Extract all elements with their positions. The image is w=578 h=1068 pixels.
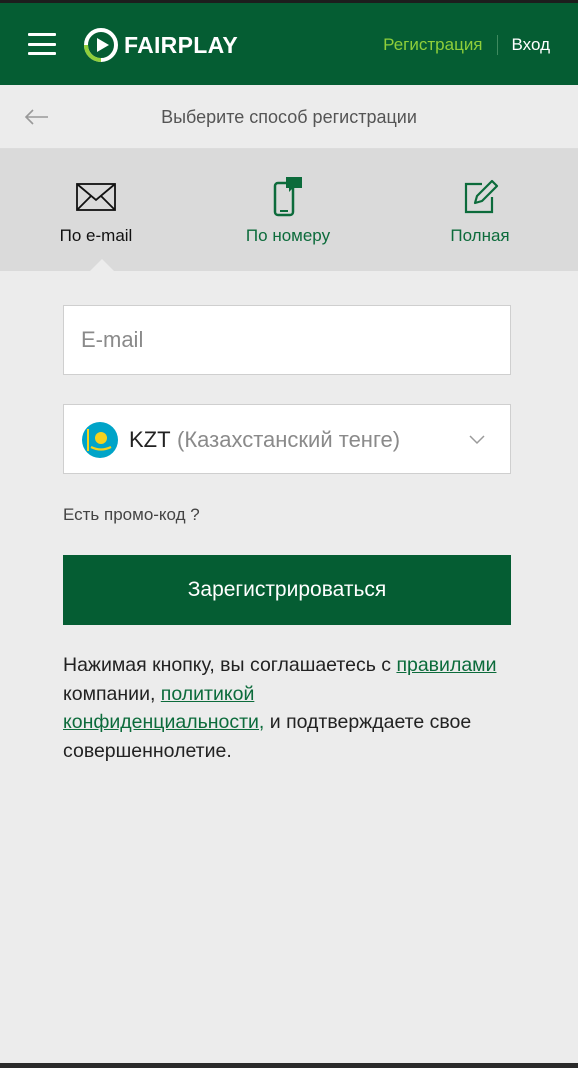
fairplay-logo-icon <box>84 28 118 62</box>
tab-phone-label: По номеру <box>245 226 331 245</box>
tab-full-label: Полная <box>450 226 510 245</box>
menu-icon[interactable] <box>28 33 56 55</box>
edit-icon <box>464 179 499 214</box>
active-tab-pointer <box>90 259 114 271</box>
divider <box>496 35 498 55</box>
currency-name: (Казахстанский тенге) <box>177 427 401 452</box>
promo-code-link[interactable]: Есть промо-код ? <box>63 505 200 525</box>
kz-flag-icon <box>82 422 118 458</box>
registration-tabs: По e-mail По номеру Полная <box>0 149 578 271</box>
register-link[interactable]: Регистрация <box>383 35 482 55</box>
currency-code: KZT <box>129 427 171 452</box>
currency-select[interactable]: KZT (Казахстанский тенге) <box>63 404 511 474</box>
chevron-down-icon[interactable] <box>468 432 486 446</box>
brand-name: FAIRPLAY <box>124 31 239 58</box>
login-link[interactable]: Вход <box>512 35 550 55</box>
terms-text-part: Нажимая кнопку, вы соглашаетесь с <box>63 654 397 676</box>
envelope-icon <box>76 183 116 211</box>
email-field[interactable] <box>63 305 511 375</box>
terms-text: Нажимая кнопку, вы соглашаетесь с правил… <box>63 651 523 765</box>
tab-email[interactable]: По e-mail <box>0 149 192 271</box>
tab-full[interactable]: Полная <box>384 149 576 271</box>
privacy-policy-link[interactable]: конфиденциальности, <box>63 711 264 733</box>
top-bar: FAIRPLAY Регистрация Вход <box>0 0 578 85</box>
phone-chat-icon <box>273 177 302 217</box>
rules-link[interactable]: правилами <box>396 654 496 676</box>
bottom-edge <box>0 1063 578 1068</box>
subheader: Выберите способ регистрации <box>0 85 578 149</box>
terms-text-part: компании, <box>63 682 161 705</box>
email-input[interactable] <box>64 306 510 374</box>
tab-phone[interactable]: По номеру <box>192 149 384 271</box>
page-title: Выберите способ регистрации <box>161 107 417 127</box>
tab-email-label: По e-mail <box>59 226 133 245</box>
register-button[interactable]: Зарегистрироваться <box>63 555 511 625</box>
logo[interactable]: FAIRPLAY <box>84 28 238 62</box>
privacy-policy-link[interactable]: политикой <box>161 683 255 705</box>
